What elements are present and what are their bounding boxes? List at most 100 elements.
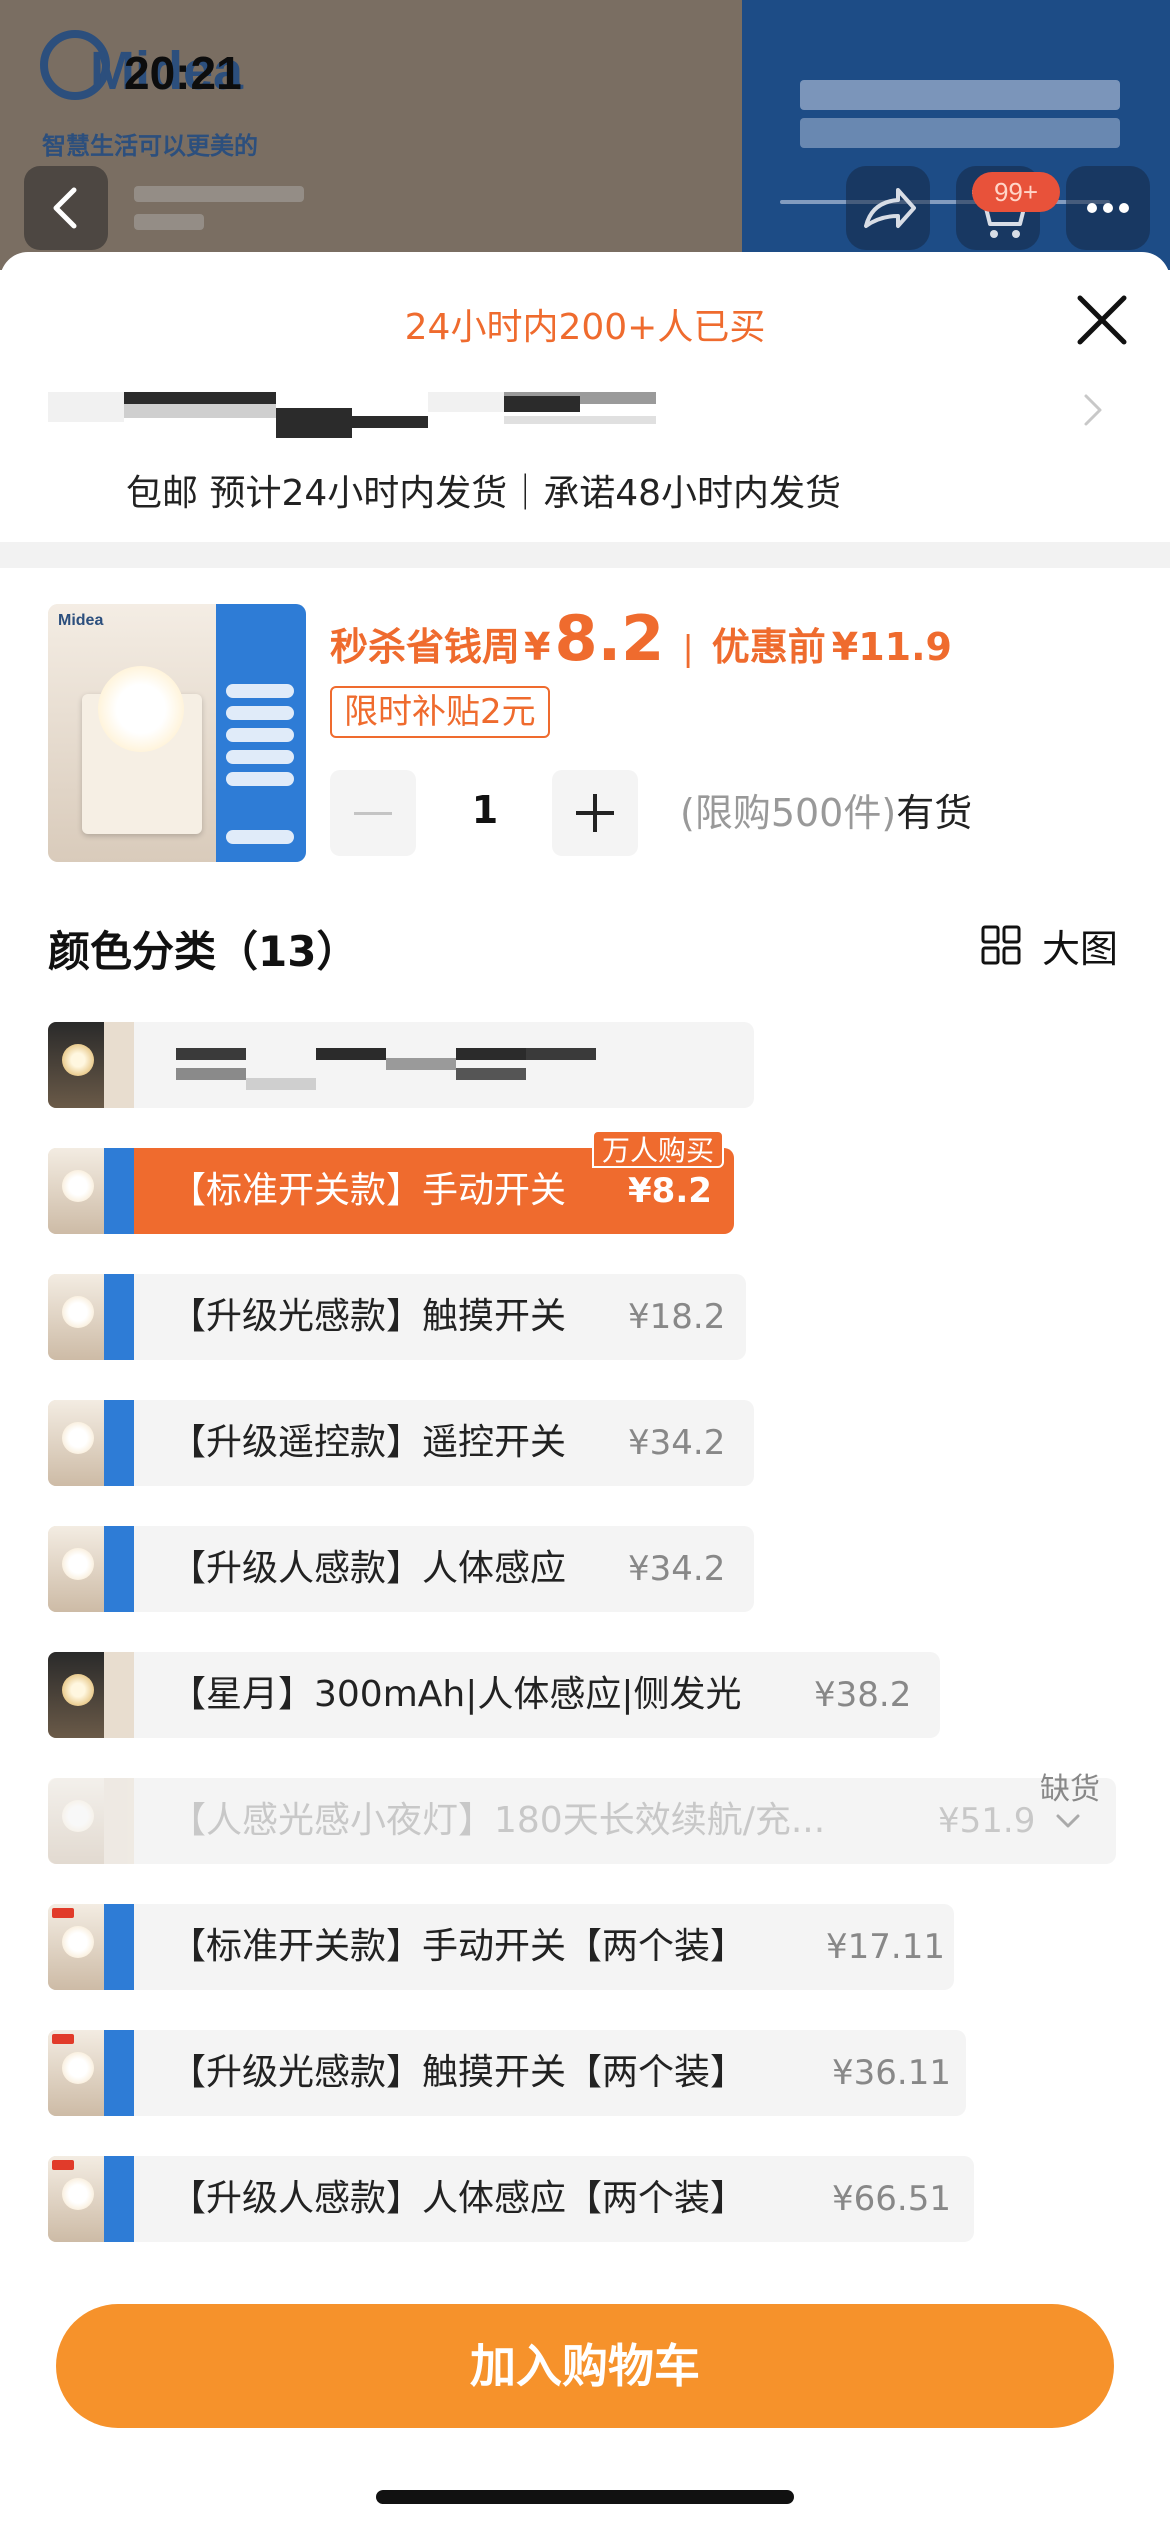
brand-slogan: 智慧生活可以更美的 [42, 132, 258, 160]
variant-label: 【人感光感小夜灯】180天长效续航/充... [170, 1800, 826, 1841]
variant-label-redacted [176, 1048, 246, 1060]
variant-price: ¥51.9 [938, 1801, 1036, 1841]
status-icons-redacted [800, 118, 1120, 148]
out-of-stock-tag: 缺货 [1040, 1772, 1100, 1807]
variant-label-redacted [526, 1048, 596, 1060]
variant-option[interactable]: 【升级光感款】触摸开关 ¥18.2 [48, 1274, 746, 1360]
chevron-down-icon[interactable] [1054, 1812, 1082, 1832]
product-image-feature [226, 684, 294, 698]
product-image[interactable]: Midea [48, 604, 306, 862]
variant-thumbnail [48, 1274, 134, 1360]
variant-thumbnail [48, 1778, 134, 1864]
variant-option[interactable]: 【升级人感款】人体感应 ¥34.2 [48, 1526, 754, 1612]
variant-label-redacted [176, 1068, 246, 1080]
more-button[interactable] [1066, 166, 1150, 250]
store-name-redacted [134, 186, 304, 202]
variant-option[interactable] [48, 1022, 754, 1108]
product-image-feature [226, 830, 294, 844]
add-to-cart-button[interactable]: 加入购物车 [56, 2304, 1114, 2428]
variant-label-redacted [386, 1058, 456, 1070]
address-redacted [352, 416, 428, 428]
address-redacted [504, 396, 580, 412]
chevron-left-icon [53, 187, 77, 229]
product-image-feature [226, 750, 294, 764]
chevron-right-icon [1084, 394, 1102, 426]
home-indicator [376, 2490, 794, 2504]
cart-count-badge: 99+ [972, 172, 1060, 212]
status-icons-redacted [800, 80, 1120, 110]
variant-label: 【标准开关款】手动开关【两个装】 [170, 1926, 747, 1967]
product-image-brand: Midea [58, 612, 104, 629]
address-redacted [428, 392, 504, 412]
price-line: 秒杀省钱周 ¥8.2 | 优惠前 ¥11.9 [330, 602, 952, 682]
delivery-address-row[interactable] [0, 382, 1170, 462]
grid-icon [981, 925, 1021, 965]
variant-option[interactable]: 【升级遥控款】遥控开关 ¥34.2 [48, 1400, 754, 1486]
variant-price: ¥18.2 [628, 1297, 726, 1337]
variant-thumbnail-lamp [62, 1170, 94, 1202]
variant-option[interactable]: 【升级人感款】人体感应【两个装】 ¥66.51 [48, 2156, 974, 2242]
subsidy-badge: 限时补贴2元 [330, 686, 550, 738]
variant-thumbnail-tag [52, 2160, 74, 2170]
variant-thumbnail-lamp [62, 1422, 94, 1454]
variant-thumbnail-lamp [62, 1548, 94, 1580]
variant-price: ¥36.11 [832, 2053, 951, 2093]
stock-status: 有货 [896, 791, 973, 835]
variant-thumbnail [48, 1148, 134, 1234]
current-price: 8.2 [554, 602, 665, 675]
variant-thumbnail-lamp [62, 1044, 94, 1076]
variant-label: 【星月】300mAh|人体感应|侧发光 [170, 1674, 742, 1715]
product-image-feature [226, 706, 294, 720]
variant-label-redacted [316, 1048, 386, 1060]
search-hint-redacted [780, 200, 1110, 204]
variant-label-redacted [456, 1048, 526, 1060]
status-time: 20:21 [124, 47, 242, 99]
product-image-feature [226, 728, 294, 742]
variant-section-title: 颜色分类（13） [48, 927, 359, 976]
address-redacted [48, 392, 124, 422]
variant-thumbnail-tag [52, 1908, 74, 1918]
quantity-increase-button[interactable] [552, 770, 638, 856]
address-redacted [124, 392, 276, 404]
address-redacted [276, 408, 352, 438]
variant-thumbnail [48, 1022, 134, 1108]
variant-thumbnail-panel [104, 1274, 134, 1360]
variant-option-out-of-stock[interactable]: 【人感光感小夜灯】180天长效续航/充... ¥51.9 [48, 1778, 1116, 1864]
quantity-value[interactable]: 1 [440, 788, 530, 832]
variant-thumbnail [48, 1904, 134, 1990]
shipping-info: 包邮 预计24小时内发货｜承诺48小时内发货 [126, 473, 842, 514]
minus-icon [354, 812, 392, 815]
variant-option[interactable]: 【星月】300mAh|人体感应|侧发光 ¥38.2 [48, 1652, 940, 1738]
variant-thumbnail-lamp [62, 1296, 94, 1328]
close-icon [1077, 295, 1127, 345]
variant-thumbnail-lamp [62, 1800, 94, 1832]
variant-thumbnail-panel [104, 1148, 134, 1234]
big-view-label: 大图 [1042, 927, 1119, 971]
variant-thumbnail-lamp [62, 2052, 94, 2084]
close-button[interactable] [1070, 288, 1134, 352]
quantity-decrease-button[interactable] [330, 770, 416, 856]
price-separator: | [682, 629, 694, 669]
promo-label: 秒杀省钱周 [330, 625, 521, 669]
share-button[interactable] [846, 166, 930, 250]
variant-option[interactable]: 【标准开关款】手动开关【两个装】 ¥17.11 [48, 1904, 954, 1990]
sku-selector-sheet: 24小时内200+人已买 包邮 预计24小时内发货｜承诺48小时内发货 Mide… [0, 252, 1170, 2532]
variant-thumbnail [48, 1526, 134, 1612]
variant-thumbnail-lamp [62, 1674, 94, 1706]
variant-thumbnail [48, 1652, 134, 1738]
currency-symbol: ¥ [524, 625, 551, 669]
product-image-feature [226, 772, 294, 786]
back-button[interactable] [24, 166, 108, 250]
variant-label: 【升级光感款】触摸开关 [170, 1296, 567, 1337]
variant-label-redacted [456, 1068, 526, 1080]
variant-thumbnail-lamp [62, 2178, 94, 2210]
variant-thumbnail-lamp [62, 1926, 94, 1958]
variant-option[interactable]: 【升级光感款】触摸开关【两个装】 ¥36.11 [48, 2030, 966, 2116]
variant-price: ¥66.51 [832, 2179, 951, 2219]
variant-price: ¥34.2 [628, 1549, 726, 1589]
original-price: ¥11.9 [831, 625, 952, 669]
original-label: 优惠前 [711, 625, 826, 669]
variant-price: ¥38.2 [814, 1675, 912, 1715]
variant-thumbnail-panel [104, 1400, 134, 1486]
store-name-redacted [134, 214, 204, 230]
